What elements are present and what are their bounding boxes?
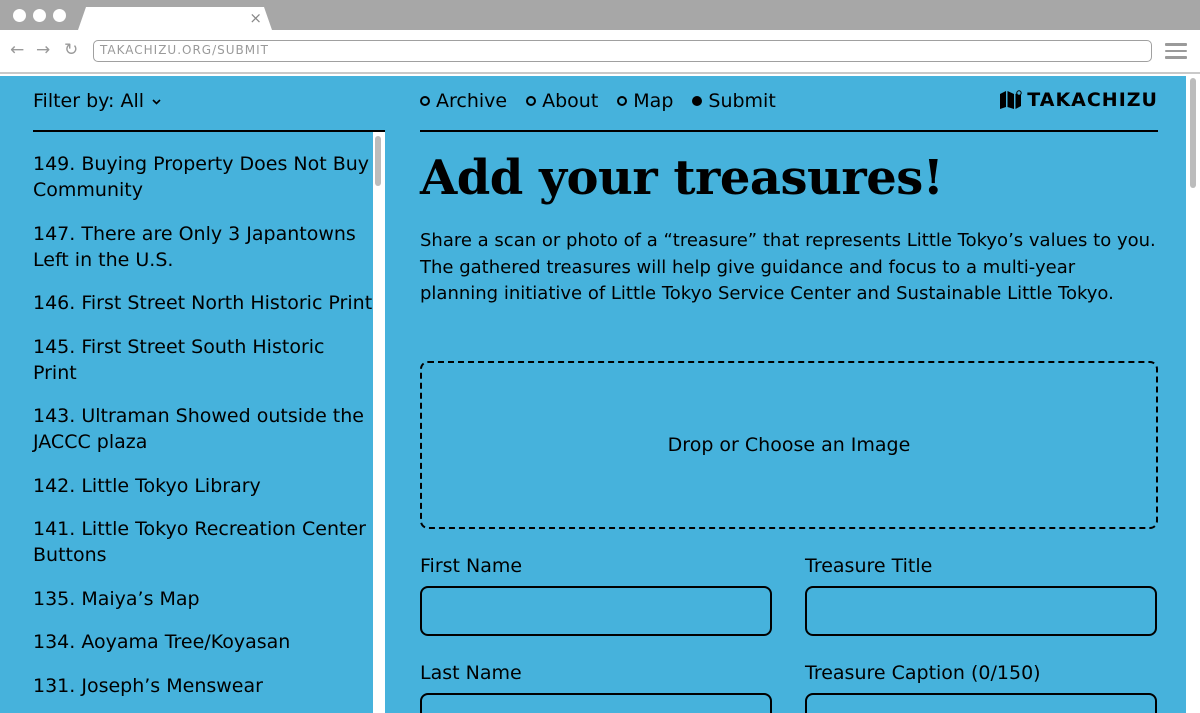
hamburger-menu-icon[interactable]	[1165, 43, 1187, 59]
sidebar-scrollbar-thumb[interactable]	[375, 136, 381, 186]
browser-tab-bar: ×	[0, 0, 1200, 30]
treasure-title-field[interactable]	[805, 586, 1157, 636]
main-content: Archive About Map Submit TAKACHIZU Add y…	[420, 76, 1158, 713]
list-item[interactable]: 131. Joseph’s Menswear	[33, 673, 373, 699]
filter-dropdown[interactable]: Filter by: All	[33, 89, 161, 113]
list-item[interactable]: 145. First Street South Historic Print	[33, 334, 373, 386]
page-content: Filter by: All 149. Buying Property Does…	[0, 76, 1200, 713]
list-item[interactable]: 135. Maiya’s Map	[33, 586, 373, 612]
list-item[interactable]: 141. Little Tokyo Recreation Center Butt…	[33, 516, 373, 568]
map-icon	[1000, 90, 1022, 109]
window-close-dot[interactable]	[13, 9, 26, 22]
list-item[interactable]: 143. Ultraman Showed outside the JACCC p…	[33, 403, 373, 455]
page-scrollbar[interactable]	[1186, 76, 1200, 713]
circle-icon	[526, 96, 537, 106]
page-scrollbar-thumb[interactable]	[1190, 78, 1196, 188]
treasure-title-label: Treasure Title	[805, 555, 933, 577]
last-name-label: Last Name	[420, 662, 522, 684]
list-item[interactable]: 149. Buying Property Does Not Buy Commun…	[33, 151, 373, 203]
nav-item-label: About	[542, 90, 599, 112]
nav-item-about[interactable]: About	[526, 89, 598, 113]
nav-item-submit[interactable]: Submit	[692, 89, 776, 113]
nav-item-label: Submit	[708, 90, 776, 112]
list-item[interactable]: 134. Aoyama Tree/Koyasan	[33, 629, 373, 655]
chevron-down-icon	[152, 94, 161, 108]
dropzone-label: Drop or Choose an Image	[667, 434, 911, 456]
nav-item-map[interactable]: Map	[617, 89, 673, 113]
main-nav: Archive About Map Submit	[420, 89, 795, 113]
sidebar-scrollbar[interactable]	[373, 132, 385, 713]
treasure-list: 149. Buying Property Does Not Buy Commun…	[33, 151, 373, 713]
logo-text: TAKACHIZU	[1027, 89, 1158, 111]
back-arrow-icon[interactable]: ←	[10, 40, 24, 60]
main-divider	[420, 130, 1158, 132]
sidebar-divider	[33, 130, 385, 132]
last-name-field[interactable]	[420, 693, 772, 713]
sidebar: Filter by: All 149. Buying Property Does…	[33, 76, 385, 713]
nav-item-label: Archive	[436, 90, 508, 112]
first-name-label: First Name	[420, 555, 523, 577]
browser-tab[interactable]: ×	[78, 7, 272, 30]
treasure-caption-field[interactable]	[805, 693, 1157, 713]
filled-circle-icon	[692, 96, 703, 106]
window-minimize-dot[interactable]	[33, 9, 46, 22]
site-logo[interactable]: TAKACHIZU	[999, 88, 1158, 112]
tab-close-icon[interactable]: ×	[249, 9, 262, 27]
image-dropzone[interactable]: Drop or Choose an Image	[420, 361, 1158, 529]
list-item[interactable]: 147. There are Only 3 Japantowns Left in…	[33, 221, 373, 273]
address-bar: ← → ↻ TAKACHIZU.ORG/SUBMIT	[0, 30, 1200, 74]
list-item[interactable]: 142. Little Tokyo Library	[33, 473, 373, 499]
page-title: Add your treasures!	[420, 150, 944, 206]
filter-label: Filter by: All	[33, 90, 145, 112]
window-maximize-dot[interactable]	[53, 9, 66, 22]
circle-icon	[420, 96, 430, 106]
list-item[interactable]: 146. First Street North Historic Print	[33, 290, 373, 316]
first-name-field[interactable]	[420, 586, 772, 636]
circle-icon	[617, 96, 628, 106]
reload-icon[interactable]: ↻	[64, 40, 78, 60]
forward-arrow-icon[interactable]: →	[36, 40, 50, 60]
url-field[interactable]: TAKACHIZU.ORG/SUBMIT	[93, 40, 1152, 62]
nav-item-archive[interactable]: Archive	[420, 89, 507, 113]
treasure-caption-label: Treasure Caption (0/150)	[805, 662, 1041, 684]
nav-item-label: Map	[633, 90, 674, 112]
intro-text: Share a scan or photo of a “treasure” th…	[420, 230, 1156, 304]
